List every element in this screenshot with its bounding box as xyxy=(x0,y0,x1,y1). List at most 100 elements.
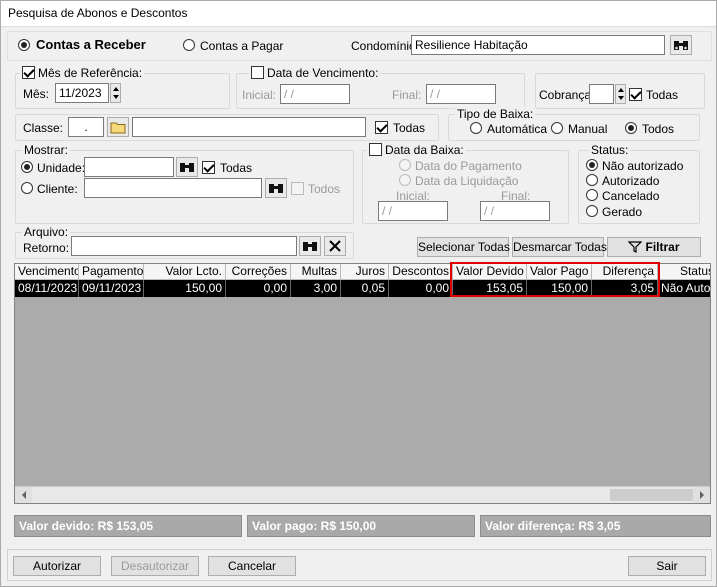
cobranca-spinner[interactable] xyxy=(615,84,626,104)
autorizar-button[interactable]: Autorizar xyxy=(13,556,101,576)
contas-pagar-radio[interactable] xyxy=(183,39,195,51)
status-cancelado-radio[interactable] xyxy=(586,189,598,201)
title-bar: Pesquisa de Abonos e Descontos xyxy=(1,1,716,27)
col-status[interactable]: Status xyxy=(658,264,710,280)
cliente-input[interactable] xyxy=(84,178,262,198)
contas-receber-radio[interactable] xyxy=(18,39,30,51)
valor-pago-summary: Valor pago: R$ 150,00 xyxy=(247,515,475,537)
cliente-label[interactable]: Cliente: xyxy=(37,182,78,196)
tipo-baixa-todos-radio[interactable] xyxy=(625,122,637,134)
unidade-input[interactable] xyxy=(84,157,174,177)
selecionar-todas-button[interactable]: Selecionar Todas xyxy=(417,237,510,257)
unidade-binoculars-icon[interactable] xyxy=(176,157,198,177)
data-baixa-label: Data da Baixa: xyxy=(385,143,464,157)
status-gerado-radio[interactable] xyxy=(586,205,598,217)
col-descontos[interactable]: Descontos xyxy=(389,264,453,280)
grid-header: Vencimento Pagamento Valor Lcto. Correçõ… xyxy=(15,264,710,280)
tipo-baixa-automatica-label[interactable]: Automática xyxy=(487,122,547,136)
results-grid[interactable]: Vencimento Pagamento Valor Lcto. Correçõ… xyxy=(14,263,711,504)
status-gerado-label[interactable]: Gerado xyxy=(602,205,642,219)
data-pagamento-radio[interactable] xyxy=(399,159,411,171)
col-diferenca[interactable]: Diferença xyxy=(592,264,658,280)
classe-desc-input[interactable] xyxy=(132,117,366,137)
status-nao-autorizado-label[interactable]: Não autorizado xyxy=(602,159,683,173)
search-window: Pesquisa de Abonos e Descontos Contas a … xyxy=(0,0,717,587)
mes-input[interactable]: 11/2023 xyxy=(55,83,109,103)
scroll-left-arrow-icon[interactable] xyxy=(15,487,32,503)
window-title: Pesquisa de Abonos e Descontos xyxy=(8,6,188,20)
filtrar-label: Filtrar xyxy=(645,240,680,254)
tipo-baixa-manual-label[interactable]: Manual xyxy=(568,122,607,136)
data-pagamento-label[interactable]: Data do Pagamento xyxy=(415,159,522,173)
classe-todas-checkbox[interactable] xyxy=(375,121,388,134)
desautorizar-button[interactable]: Desautorizar xyxy=(111,556,199,576)
status-nao-autorizado-radio[interactable] xyxy=(586,159,598,171)
tipo-baixa-automatica-radio[interactable] xyxy=(470,122,482,134)
vencimento-final-input[interactable]: / / xyxy=(426,84,496,104)
unidade-label[interactable]: Unidade: xyxy=(37,161,85,175)
classe-todas-label: Todas xyxy=(393,121,426,135)
retorno-label: Retorno: xyxy=(23,241,70,255)
data-baixa-inicial-input[interactable]: / / xyxy=(378,201,448,221)
mes-referencia-checkbox[interactable] xyxy=(22,66,35,79)
unidade-radio[interactable] xyxy=(21,161,33,173)
cliente-todos-checkbox[interactable] xyxy=(291,182,304,195)
col-valor-pago[interactable]: Valor Pago xyxy=(527,264,592,280)
data-baixa-checkbox[interactable] xyxy=(369,143,382,156)
cancelar-button[interactable]: Cancelar xyxy=(208,556,296,576)
cell-pagamento: 09/11/2023 xyxy=(79,280,144,297)
status-cancelado-label[interactable]: Cancelado xyxy=(602,189,659,203)
col-valor-devido[interactable]: Valor Devido xyxy=(453,264,527,280)
cobranca-input[interactable] xyxy=(589,84,614,104)
sair-button[interactable]: Sair xyxy=(628,556,706,576)
cell-descontos: 0,00 xyxy=(389,280,453,297)
retorno-input[interactable] xyxy=(71,236,297,256)
vencimento-inicial-input[interactable]: / / xyxy=(280,84,350,104)
retorno-binoculars-icon[interactable] xyxy=(299,236,321,256)
data-liquidacao-label[interactable]: Data da Liquidação xyxy=(415,174,518,188)
binoculars-icon[interactable] xyxy=(670,35,692,55)
unidade-todas-checkbox[interactable] xyxy=(202,161,215,174)
filtrar-button[interactable]: Filtrar xyxy=(607,237,701,257)
mes-label: Mês: xyxy=(23,87,50,101)
cell-valor-devido: 153,05 xyxy=(453,280,527,297)
tipo-baixa-todos-label[interactable]: Todos xyxy=(642,122,674,136)
cobranca-label: Cobrança: xyxy=(539,88,595,102)
mes-spinner[interactable] xyxy=(110,83,121,103)
classe-code-input[interactable]: . xyxy=(68,117,104,137)
tipo-baixa-legend: Tipo de Baixa: xyxy=(455,107,536,121)
contas-receber-label[interactable]: Contas a Receber xyxy=(36,38,146,52)
folder-icon[interactable] xyxy=(107,117,129,137)
clear-x-icon[interactable] xyxy=(324,236,346,256)
condominio-input[interactable]: Resilience Habitação xyxy=(411,35,665,55)
col-multas[interactable]: Multas xyxy=(291,264,341,280)
cliente-radio[interactable] xyxy=(21,182,33,194)
filter-icon xyxy=(628,241,643,253)
data-baixa-final-input[interactable]: / / xyxy=(480,201,550,221)
contas-pagar-label[interactable]: Contas a Pagar xyxy=(200,39,283,53)
cobranca-todas-label: Todas xyxy=(646,88,679,102)
col-correcoes[interactable]: Correções xyxy=(226,264,291,280)
scroll-right-arrow-icon[interactable] xyxy=(693,487,710,503)
status-autorizado-radio[interactable] xyxy=(586,174,598,186)
table-row[interactable]: 08/11/2023 09/11/2023 150,00 0,00 3,00 0… xyxy=(15,280,710,297)
col-valor-lcto[interactable]: Valor Lcto. xyxy=(144,264,226,280)
desmarcar-todas-button[interactable]: Desmarcar Todas xyxy=(512,237,607,257)
cobranca-todas-checkbox[interactable] xyxy=(629,88,642,101)
vencimento-inicial-label: Inicial: xyxy=(242,88,277,102)
vencimento-checkbox[interactable] xyxy=(251,66,264,79)
col-vencimento[interactable]: Vencimento xyxy=(15,264,79,280)
col-pagamento[interactable]: Pagamento xyxy=(79,264,144,280)
cliente-binoculars-icon[interactable] xyxy=(265,178,287,198)
classe-label: Classe: xyxy=(23,121,64,135)
scroll-thumb[interactable] xyxy=(610,489,693,501)
valor-diferenca-summary: Valor diferença: R$ 3,05 xyxy=(480,515,711,537)
vencimento-label: Data de Vencimento: xyxy=(267,66,379,80)
col-juros[interactable]: Juros xyxy=(341,264,389,280)
cell-diferenca: 3,05 xyxy=(592,280,658,297)
status-autorizado-label[interactable]: Autorizado xyxy=(602,174,659,188)
horizontal-scrollbar[interactable] xyxy=(15,486,710,503)
tipo-baixa-manual-radio[interactable] xyxy=(551,122,563,134)
data-liquidacao-radio[interactable] xyxy=(399,174,411,186)
cell-vencimento: 08/11/2023 xyxy=(15,280,79,297)
